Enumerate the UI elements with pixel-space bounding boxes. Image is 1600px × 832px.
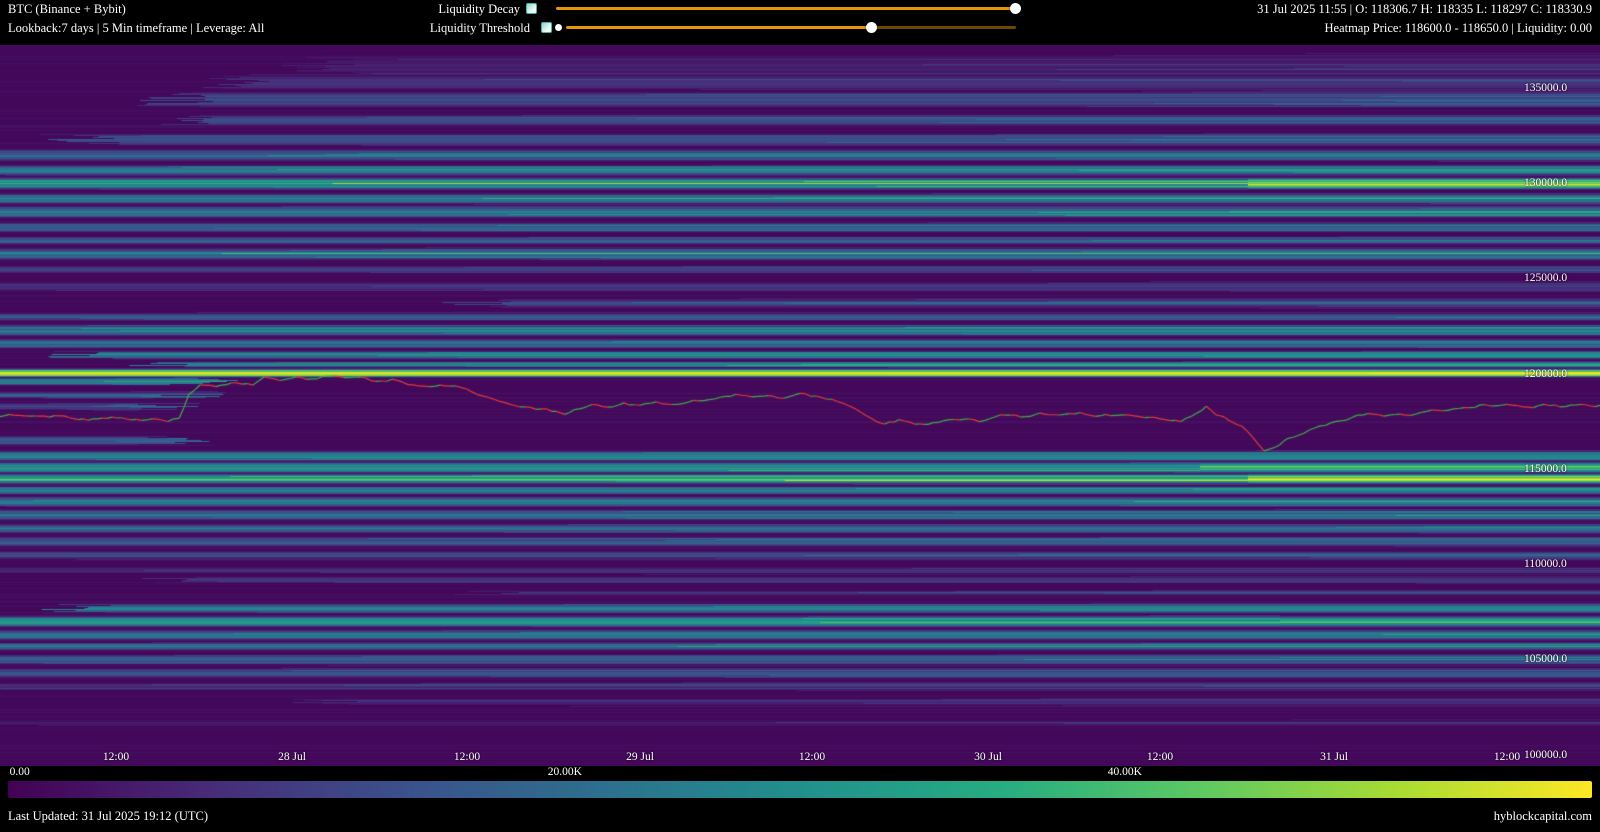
liquidity-threshold-icon[interactable] bbox=[541, 22, 552, 33]
liquidity-decay-label: Liquidity Decay bbox=[380, 2, 520, 17]
time-axis-label: 28 Jul bbox=[278, 751, 306, 763]
liquidity-threshold-label: Liquidity Threshold bbox=[370, 21, 530, 36]
footer-bar: Last Updated: 31 Jul 2025 19:12 (UTC) hy… bbox=[0, 801, 1600, 832]
colorbar-scale-label: 0.00 bbox=[10, 766, 30, 778]
colorbar-gradient bbox=[8, 781, 1592, 798]
liquidity-decay-slider[interactable] bbox=[556, 7, 1016, 10]
price-axis-label: 125000.0 bbox=[1524, 272, 1567, 284]
heatmap-chart-area: 135000.0 130000.0 125000.0 120000.0 115000.0… bbox=[0, 45, 1600, 766]
time-axis-label: 30 Jul bbox=[974, 751, 1002, 763]
price-axis-label: 130000.0 bbox=[1524, 177, 1567, 189]
colorbar-scale-labels: 0.00 20.00K 40.00K bbox=[0, 766, 1600, 779]
symbol-title: BTC (Binance + Bybit) bbox=[8, 2, 264, 18]
heatmap-hover-values: Heatmap Price: 118600.0 - 118650.0 | Liq… bbox=[1257, 21, 1592, 37]
time-axis-label: 29 Jul bbox=[626, 751, 654, 763]
price-axis-label: 105000.0 bbox=[1524, 653, 1567, 665]
time-axis-label: 12:00 bbox=[1494, 751, 1520, 763]
lookback-settings: Lookback:7 days | 5 Min timeframe | Leve… bbox=[8, 21, 264, 37]
time-axis-label: 12:00 bbox=[103, 751, 129, 763]
threshold-slider-start-dot bbox=[555, 24, 562, 31]
ohlc-values: 31 Jul 2025 11:55 | O: 118306.7 H: 11833… bbox=[1257, 2, 1592, 18]
liquidity-threshold-slider[interactable] bbox=[566, 26, 1016, 29]
time-axis-label: 12:00 bbox=[799, 751, 825, 763]
price-axis-label: 115000.0 bbox=[1524, 463, 1567, 475]
time-axis-label: 12:00 bbox=[454, 751, 480, 763]
colorbar-scale-label: 40.00K bbox=[1108, 766, 1142, 778]
time-axis-label: 31 Jul bbox=[1320, 751, 1348, 763]
price-axis-label: 100000.0 bbox=[1524, 749, 1567, 761]
price-axis-label: 135000.0 bbox=[1524, 82, 1567, 94]
last-updated-text: Last Updated: 31 Jul 2025 19:12 (UTC) bbox=[8, 809, 208, 824]
symbol-info: BTC (Binance + Bybit) Lookback:7 days | … bbox=[8, 2, 264, 36]
liquidity-decay-icon[interactable] bbox=[526, 3, 537, 14]
header-bar: BTC (Binance + Bybit) Lookback:7 days | … bbox=[0, 0, 1600, 45]
colorbar-scale-label: 20.00K bbox=[548, 766, 582, 778]
time-axis-label: 12:00 bbox=[1147, 751, 1173, 763]
ohlc-readout: 31 Jul 2025 11:55 | O: 118306.7 H: 11833… bbox=[1257, 2, 1592, 36]
watermark-link: hyblockcapital.com bbox=[1494, 809, 1592, 824]
liquidity-decay-slider-handle[interactable] bbox=[1010, 3, 1021, 14]
colorbar bbox=[0, 779, 1600, 801]
price-axis-label: 110000.0 bbox=[1524, 558, 1567, 570]
liquidity-heatmap-canvas[interactable] bbox=[0, 45, 1600, 766]
price-axis-label: 120000.0 bbox=[1524, 368, 1567, 380]
liquidity-threshold-slider-handle[interactable] bbox=[866, 22, 877, 33]
